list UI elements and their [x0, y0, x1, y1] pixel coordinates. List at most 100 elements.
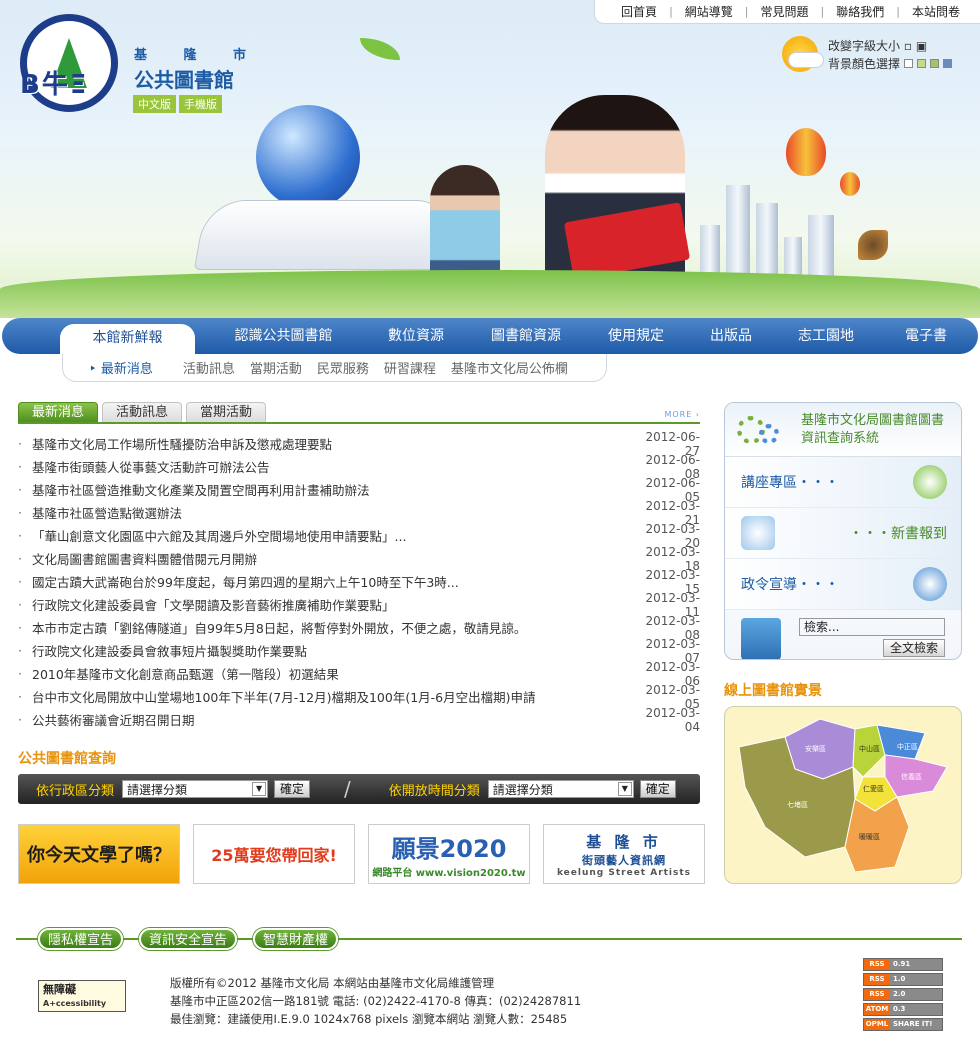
banner-vision2020[interactable]: 願景2020 網路平台 www.vision2020.tw	[368, 824, 530, 884]
news-title[interactable]: 文化局圖書館圖書資料團體借閱元月開辦	[32, 549, 634, 568]
news-title[interactable]: 基隆市社區營造推動文化產業及閒置空間再利用計畫補助辦法	[32, 480, 634, 499]
fulltext-search-button[interactable]: 全文檢索	[883, 639, 945, 657]
news-title[interactable]: 行政院文化建設委員會「文學閱讀及影音藝術推廣補助作業要點」	[32, 595, 634, 614]
cloud-icon	[788, 52, 824, 68]
nav-item-resources[interactable]: 圖書館資源	[466, 318, 586, 354]
nav-item-about[interactable]: 認識公共圖書館	[201, 318, 366, 354]
fulltext-search: 檢索... 全文檢索	[725, 610, 961, 659]
home-link[interactable]: 回首頁	[609, 3, 669, 20]
news-title[interactable]: 本市市定古蹟「劉銘傳隧道」自99年5月8日起，將暫停對外開放，不便之處，敬請見諒…	[32, 618, 634, 637]
color-swatch-lightgreen[interactable]	[917, 59, 927, 68]
news-item[interactable]: · 公共藝術審議會近期召開日期 2012-03-04	[18, 705, 700, 734]
news-item[interactable]: · 本市市定古蹟「劉銘傳隧道」自99年5月8日起，將暫停對外開放，不便之處，敬請見…	[18, 614, 700, 642]
color-swatch-white[interactable]	[904, 59, 914, 68]
library-map-title: 線上圖書館實景	[724, 683, 822, 699]
feed-version: SHARE IT!	[890, 1019, 942, 1030]
nav-item-rules[interactable]: 使用規定	[586, 318, 686, 354]
banner-250k[interactable]: 25萬要您帶回家!	[193, 824, 355, 884]
news-title[interactable]: 行政院文化建設委員會敘事短片攝製獎助作業要點	[32, 641, 634, 660]
time-select[interactable]: 請選擇分類 ▼	[487, 780, 634, 798]
feed-version: 2.0	[890, 989, 942, 1000]
news-title[interactable]: 2010年基隆市文化創意商品甄選（第一階段）初選結果	[32, 664, 634, 683]
news-title[interactable]: 公共藝術審議會近期召開日期	[32, 710, 634, 729]
subnav-citizen-services[interactable]: 民眾服務	[317, 358, 369, 377]
policy-link[interactable]: 政令宣導・・・	[725, 559, 961, 610]
news-item[interactable]: · 「華山創意文化園區中六館及其周邊戶外空間場地使用申請要點」... 2012-03…	[18, 522, 700, 550]
version-switch: 中文版 手機版	[133, 95, 222, 113]
subnav-latest-news[interactable]: ‣ 最新消息	[89, 358, 168, 377]
tab-activities[interactable]: 活動訊息	[102, 402, 183, 422]
survey-link[interactable]: 本站問卷	[900, 3, 972, 20]
feed-type: OPML	[864, 1019, 890, 1030]
news-title[interactable]: 基隆市社區營造點徵選辦法	[32, 503, 634, 522]
feed-badge[interactable]: RSS 0.91	[863, 958, 943, 971]
news-item[interactable]: · 行政院文化建設委員會「文學閱讀及影音藝術推廣補助作業要點」 2012-03-11	[18, 591, 700, 619]
hot-air-balloon-small-icon	[840, 172, 860, 196]
news-item[interactable]: · 2010年基隆市文化創意商品甄選（第一階段）初選結果 2012-03-06	[18, 660, 700, 688]
bg-color-control: 背景顏色選擇	[828, 55, 953, 72]
copyright-text: 版權所有©2012 基隆市文化局 本網站由基隆市文化局維護管理	[170, 976, 495, 990]
feed-badge[interactable]: ATOM 0.3	[863, 1003, 943, 1016]
lecture-link[interactable]: 講座專區・・・	[725, 457, 961, 508]
contact-link[interactable]: 聯絡我們	[824, 3, 896, 20]
accessibility-badge[interactable]: 無障礙 A+ccessibility	[38, 980, 126, 1012]
faq-link[interactable]: 常見問題	[749, 3, 821, 20]
nav-item-digital[interactable]: 數位資源	[366, 318, 466, 354]
feed-badge[interactable]: RSS 1.0	[863, 973, 943, 986]
map-district-zhongzheng[interactable]	[876, 724, 926, 760]
news-item[interactable]: · 基隆市文化局工作場所性騷擾防治申訴及懲戒處理要點 2012-06-27	[18, 430, 700, 458]
news-date: 2012-03-04	[645, 705, 700, 734]
news-item[interactable]: · 國定古蹟大武崙砲台於99年度起，每月第四週的星期六上午10時至下午3時... 2…	[18, 568, 700, 596]
color-swatch-green[interactable]	[930, 59, 940, 68]
divider-slash: /	[344, 777, 351, 801]
globe-image	[256, 105, 360, 209]
bullet-icon: ·	[18, 551, 22, 566]
news-item[interactable]: · 基隆市街頭藝人從事藝文活動許可辦法公告 2012-06-08	[18, 453, 700, 481]
library-district-map[interactable]: 安樂區 中山區 中正區 信義區 仁愛區 七堵區 暖暖區	[724, 706, 962, 884]
subnav-current-events[interactable]: 當期活動	[250, 358, 302, 377]
browser-text: 最佳瀏覽：建議使用I.E.9.0 1024x768 pixels 瀏覽本網站 瀏…	[170, 1012, 568, 1026]
news-title[interactable]: 「華山創意文化園區中六館及其周邊戶外空間場地使用申請要點」...	[32, 526, 634, 545]
color-swatch-blue[interactable]	[943, 59, 953, 68]
search-input[interactable]: 檢索...	[799, 618, 945, 636]
time-go-button[interactable]: 確定	[639, 780, 676, 798]
privacy-link[interactable]: 隱私權宣告	[38, 928, 124, 950]
new-books-link[interactable]: ・・・新書報到	[725, 508, 961, 559]
font-increase-icon[interactable]: ▣	[916, 39, 927, 53]
news-title[interactable]: 基隆市街頭藝人從事藝文活動許可辦法公告	[32, 457, 634, 476]
news-title[interactable]: 基隆市文化局工作場所性騷擾防治申訴及懲戒處理要點	[32, 434, 634, 453]
district-select[interactable]: 請選擇分類 ▼	[122, 780, 269, 798]
news-title[interactable]: 國定古蹟大武崙砲台於99年度起，每月第四週的星期六上午10時至下午3時...	[32, 572, 634, 591]
news-item[interactable]: · 基隆市社區營造推動文化產業及閒置空間再利用計畫補助辦法 2012-06-05	[18, 476, 700, 504]
chinese-version-link[interactable]: 中文版	[133, 95, 176, 113]
news-item[interactable]: · 台中市文化局開放中山堂場地100年下半年(7月-12月)檔期及100年(1月-…	[18, 683, 700, 711]
news-title[interactable]: 台中市文化局開放中山堂場地100年下半年(7月-12月)檔期及100年(1月-6…	[32, 687, 634, 706]
district-go-button[interactable]: 確定	[274, 780, 311, 798]
security-link[interactable]: 資訊安全宣告	[139, 928, 238, 950]
nav-item-ebook[interactable]: 電子書	[876, 318, 976, 354]
font-decrease-icon[interactable]: ▫	[904, 39, 912, 53]
more-link[interactable]: MORE ›	[664, 410, 700, 419]
feed-badge[interactable]: RSS 2.0	[863, 988, 943, 1001]
nav-item-publications[interactable]: 出版品	[686, 318, 776, 354]
feed-badge[interactable]: OPML SHARE IT!	[863, 1018, 943, 1031]
nav-item-news[interactable]: 本館新鮮報	[60, 324, 195, 354]
tab-current-events[interactable]: 當期活動	[186, 402, 267, 422]
catalog-system-link[interactable]: 基隆市文化局圖書館圖書資訊查詢系統	[725, 403, 961, 457]
banner-street-artists[interactable]: 基 隆 市街頭藝人資訊網 keelung Street Artists	[543, 824, 705, 884]
sub-nav: ‣ 最新消息 活動訊息 當期活動 民眾服務 研習課程 基隆市文化局公佈欄	[62, 354, 607, 382]
banner-literature[interactable]: 你今天文學了嗎？	[18, 824, 180, 884]
mobile-version-link[interactable]: 手機版	[179, 95, 222, 113]
subnav-activities[interactable]: 活動訊息	[183, 358, 235, 377]
tab-latest-news[interactable]: 最新消息	[18, 402, 99, 422]
plant-icon	[913, 567, 947, 601]
headset-icon	[913, 465, 947, 499]
nav-item-volunteer[interactable]: 志工園地	[776, 318, 876, 354]
news-item[interactable]: · 文化局圖書館圖書資料團體借閱元月開辦 2012-03-18	[18, 545, 700, 573]
subnav-courses[interactable]: 研習課程	[384, 358, 436, 377]
news-item[interactable]: · 行政院文化建設委員會敘事短片攝製獎助作業要點 2012-03-07	[18, 637, 700, 665]
ip-rights-link[interactable]: 智慧財產權	[253, 928, 339, 950]
sitemap-link[interactable]: 網站導覽	[673, 3, 745, 20]
subnav-bulletin[interactable]: 基隆市文化局公佈欄	[451, 358, 568, 377]
news-item[interactable]: · 基隆市社區營造點徵選辦法 2012-03-21	[18, 499, 700, 527]
